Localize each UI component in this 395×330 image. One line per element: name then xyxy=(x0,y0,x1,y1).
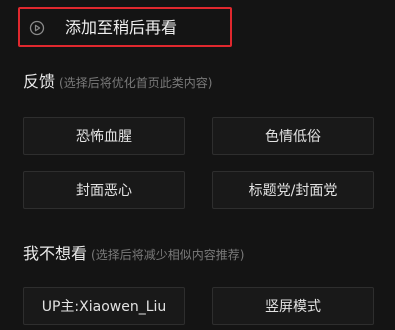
feedback-option-disgusting-cover[interactable]: 封面恶心 xyxy=(23,171,185,209)
not-interested-title: 我不想看 xyxy=(23,244,88,263)
clock-play-icon xyxy=(29,20,45,36)
feedback-option-clickbait[interactable]: 标题党/封面党 xyxy=(212,171,374,209)
not-interested-section-title: 我不想看 (选择后将减少相似内容推荐) xyxy=(23,244,244,265)
feedback-option-vulgar[interactable]: 色情低俗 xyxy=(212,117,374,155)
not-interested-option-vertical-mode[interactable]: 竖屏模式 xyxy=(212,287,374,325)
feedback-section-title: 反馈 (选择后将优化首页此类内容) xyxy=(23,72,212,93)
feedback-title: 反馈 xyxy=(23,72,56,91)
not-interested-option-uploader[interactable]: UP主:Xiaowen_Liu xyxy=(23,287,185,325)
not-interested-hint: (选择后将减少相似内容推荐) xyxy=(91,248,245,262)
watch-later-label: 添加至稍后再看 xyxy=(65,18,178,37)
feedback-option-horror-gore[interactable]: 恐怖血腥 xyxy=(23,117,185,155)
add-to-watch-later-button[interactable]: 添加至稍后再看 xyxy=(18,7,232,47)
feedback-hint: (选择后将优化首页此类内容) xyxy=(59,76,213,90)
